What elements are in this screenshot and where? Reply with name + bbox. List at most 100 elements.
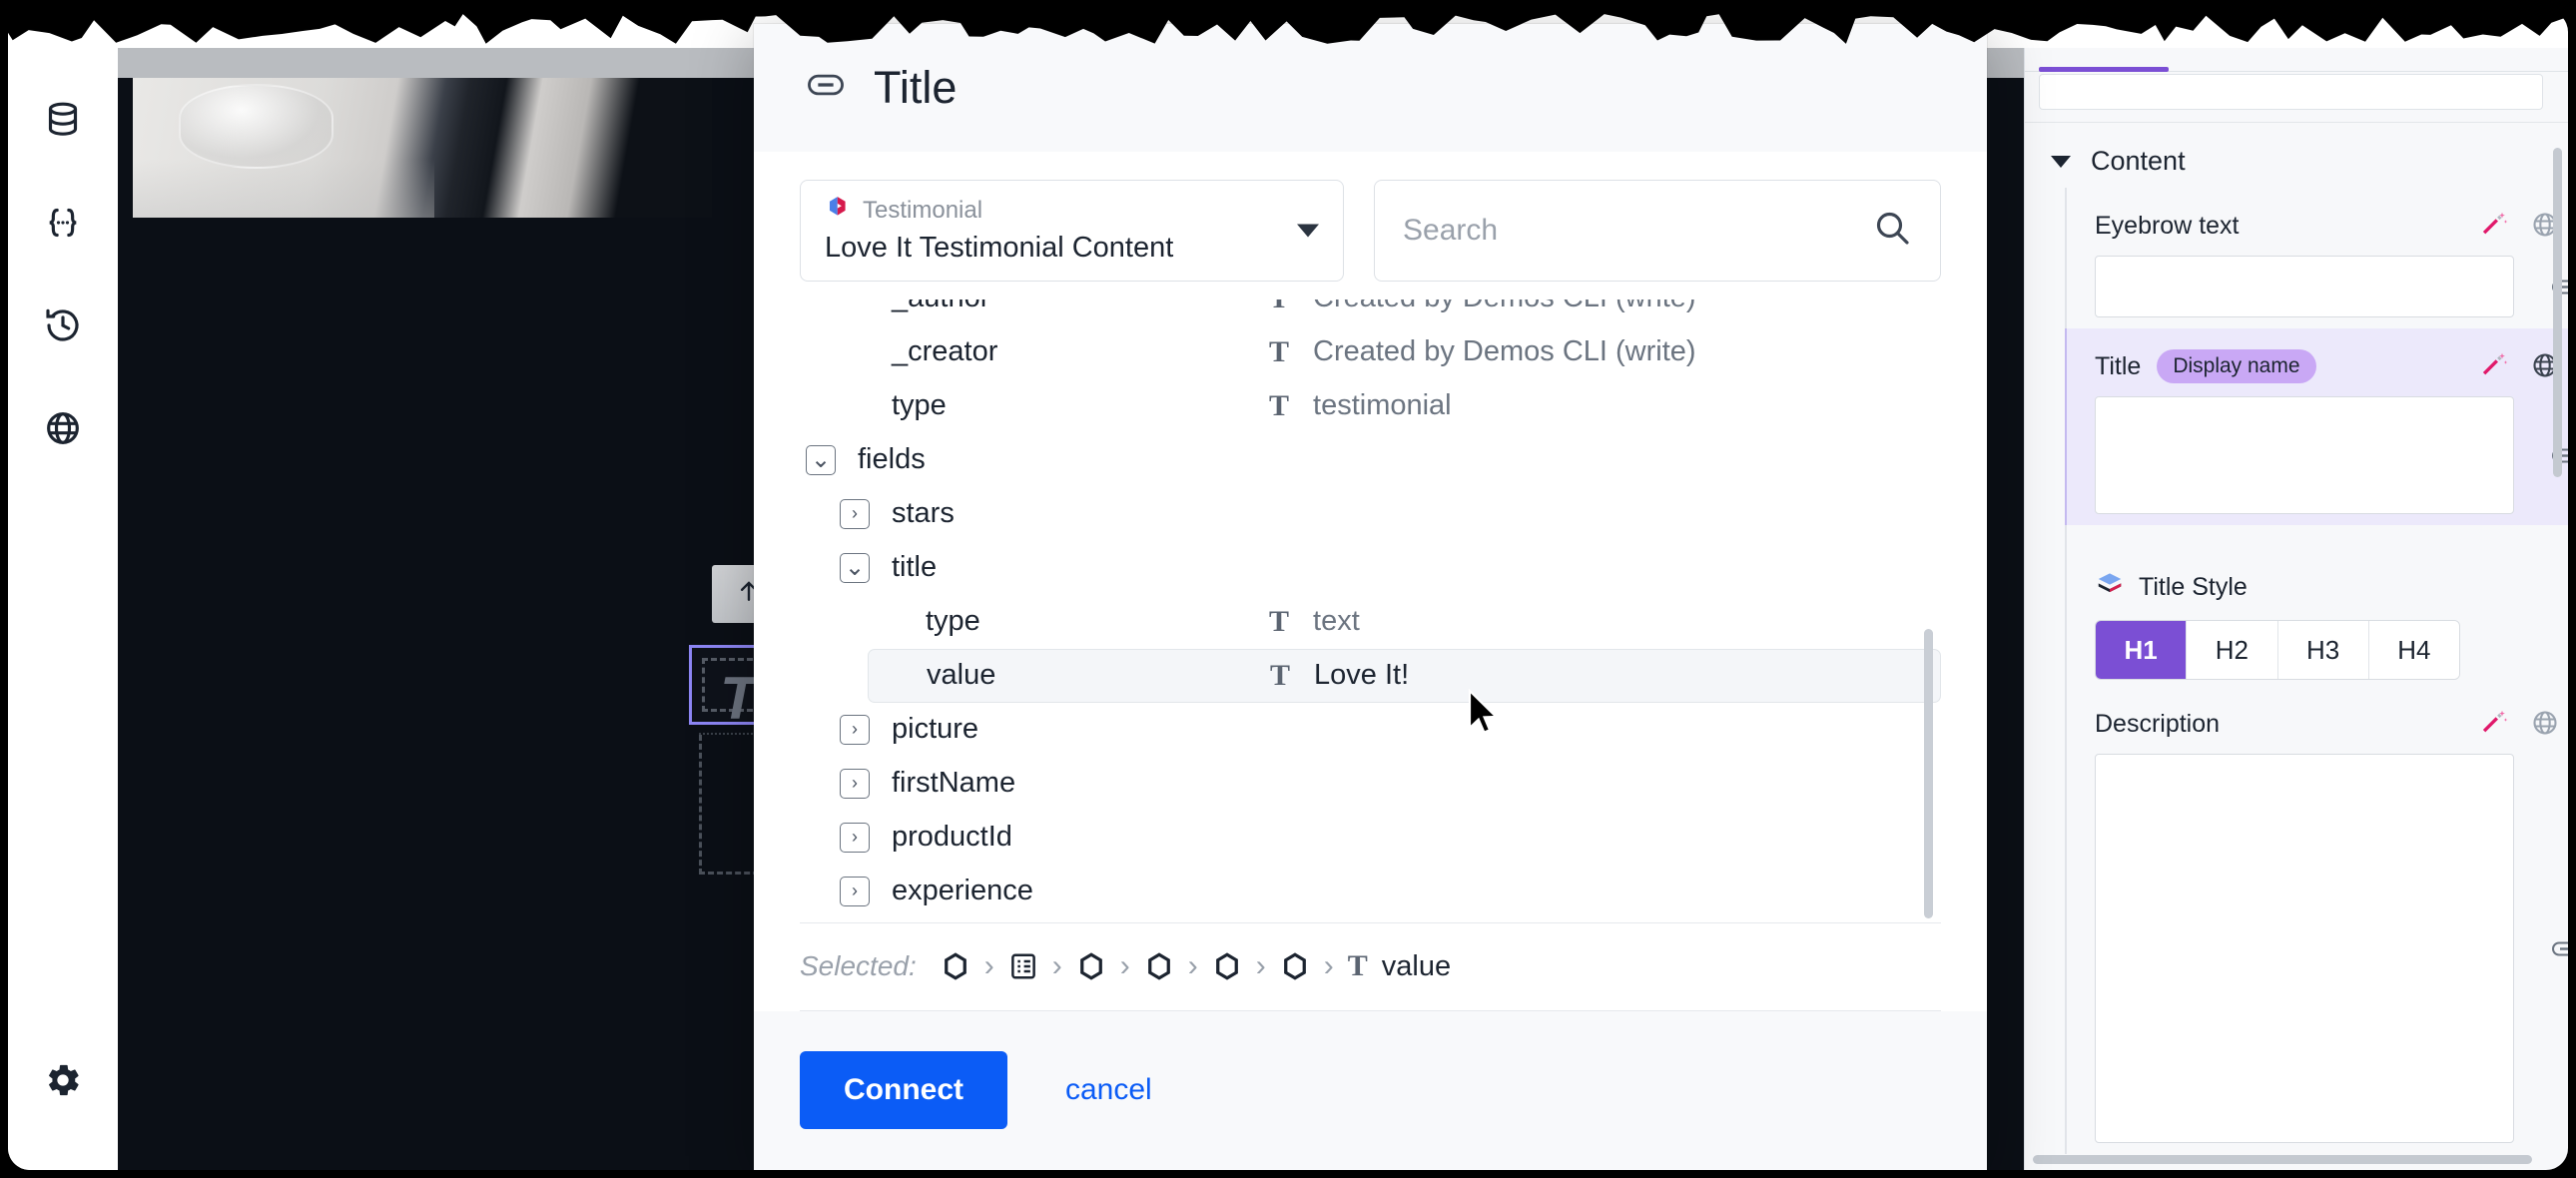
field-title: Title Display name (2065, 328, 2568, 525)
chevron-right-icon[interactable]: › (840, 498, 870, 529)
tree-row[interactable]: › stars (834, 487, 1941, 541)
magic-wand-icon[interactable] (2479, 708, 2509, 743)
globe-icon[interactable] (2531, 709, 2559, 742)
tree-row-key: type (926, 605, 980, 638)
content-reference-select[interactable]: Testimonial Love It Testimonial Content (800, 179, 1344, 282)
chevron-right-icon[interactable]: › (840, 822, 870, 853)
tree-row-value-cell: Ttext (1269, 605, 1360, 639)
heading-level-group[interactable]: H1 H2 H3 H4 (2095, 620, 2460, 680)
list-document-icon[interactable] (1008, 951, 1038, 981)
tree-row[interactable]: › experience (834, 865, 1941, 918)
globe-icon[interactable] (35, 400, 91, 456)
panel-top-field[interactable] (2039, 74, 2543, 110)
hexagon-icon[interactable] (941, 951, 970, 981)
field-label: Title (2095, 351, 2142, 380)
panel-fields: Eyebrow text Title Display name Title St… (2065, 188, 2568, 1154)
breadcrumb-separator: › (1051, 949, 1062, 983)
tree-row[interactable]: ⌄ fields (800, 433, 1941, 487)
tree-row-value: text (1313, 605, 1360, 638)
title-input[interactable] (2095, 396, 2514, 514)
breadcrumb-separator: › (983, 949, 994, 983)
chevron-down-icon[interactable] (1297, 224, 1319, 238)
screen-root: Titl Tit Content (0, 0, 2576, 1178)
history-icon[interactable] (35, 297, 91, 353)
active-tab-underline (2039, 67, 2169, 72)
breadcrumb-separator: › (1323, 949, 1334, 983)
magic-wand-icon[interactable] (2479, 350, 2509, 385)
tree-row-value: Love It! (1314, 659, 1410, 692)
tree-row-key: stars (892, 497, 955, 530)
search-icon[interactable] (1872, 208, 1912, 253)
tree-row-value-cell: T Love It! (1270, 659, 1409, 693)
reference-value: Love It Testimonial Content (825, 231, 1174, 264)
cancel-button[interactable]: cancel (1065, 1073, 1152, 1107)
selected-label: Selected: (800, 950, 917, 982)
mouse-cursor (1468, 688, 1502, 742)
tree-row[interactable]: type Ttestimonial (834, 379, 1941, 433)
tree-row[interactable]: › picture (834, 703, 1941, 757)
field-description: Description (2065, 686, 2568, 1154)
breadcrumb-separator: › (1187, 949, 1198, 983)
display-name-badge: Display name (2157, 349, 2316, 383)
breadcrumb-separator: › (1119, 949, 1130, 983)
tree-row[interactable]: › firstName (834, 757, 1941, 811)
heading-option-h1[interactable]: H1 (2096, 621, 2188, 679)
chevron-down-icon[interactable]: ⌄ (806, 444, 836, 475)
breadcrumb-separator: › (1255, 949, 1266, 983)
hero-image[interactable] (133, 78, 712, 218)
hexagon-icon[interactable] (1280, 951, 1310, 981)
tree-row-key: _author (892, 299, 989, 315)
hexagon-icon[interactable] (1212, 951, 1242, 981)
chevron-right-icon[interactable]: › (840, 714, 870, 745)
search-field[interactable] (1374, 179, 1941, 282)
tree-row-key: title (892, 551, 938, 584)
tree-row-value: Created by Demos CLI (write) (1313, 299, 1696, 315)
panel-horizontal-scrollbar[interactable] (2033, 1155, 2532, 1164)
modal-body: Testimonial Love It Testimonial Content … (754, 151, 1987, 1011)
content-section-header[interactable]: Content (2051, 146, 2186, 177)
pill-connect-icon[interactable] (2551, 937, 2568, 964)
field-eyebrow-text: Eyebrow text (2065, 188, 2568, 328)
type-indicator-text-icon: T (1269, 299, 1289, 315)
heading-option-h4[interactable]: H4 (2368, 621, 2459, 679)
tree-row-key: picture (892, 713, 979, 746)
chevron-down-icon[interactable]: ⌄ (840, 552, 870, 583)
tree-row[interactable]: ⌄ title (834, 541, 1941, 595)
modal-header: Title (754, 24, 1987, 152)
connect-button[interactable]: Connect (800, 1051, 1007, 1130)
database-icon[interactable] (35, 92, 91, 148)
tree-row[interactable]: _creator T Created by Demos CLI (write) (834, 325, 1941, 379)
eyebrow-text-input[interactable] (2095, 256, 2514, 317)
tree-row[interactable]: type Ttext (868, 595, 1941, 649)
chevron-right-icon[interactable]: › (840, 768, 870, 799)
chevron-down-icon[interactable] (2051, 155, 2071, 168)
tree-row[interactable]: value T Love It! (868, 648, 1941, 703)
pill-connect-icon (806, 71, 846, 104)
type-indicator-text-icon: T (1269, 334, 1290, 368)
content-section-label: Content (2091, 146, 2186, 176)
hexagon-icon[interactable] (1076, 951, 1106, 981)
properties-tabstrip[interactable] (2025, 48, 2568, 72)
heading-option-h3[interactable]: H3 (2277, 621, 2369, 679)
hexagon-icon[interactable] (1144, 951, 1174, 981)
panel-vertical-scrollbar[interactable] (2553, 148, 2562, 477)
magic-wand-icon[interactable] (2479, 210, 2509, 245)
settings-gear-icon[interactable] (35, 1052, 91, 1108)
tree-row-key: type (892, 389, 947, 422)
left-icon-rail (8, 10, 118, 1170)
json-braces-icon[interactable] (35, 195, 91, 251)
tree-row-key: firstName (892, 767, 1016, 800)
description-input[interactable] (2095, 754, 2514, 1143)
tree-scrollbar[interactable] (1924, 628, 1933, 918)
tree-row-value: Created by Demos CLI (write) (1313, 335, 1696, 368)
search-input[interactable] (1403, 213, 1872, 248)
tree-row-key: value (927, 659, 996, 692)
panel-divider (2025, 122, 2568, 123)
heading-option-h2[interactable]: H2 (2187, 621, 2278, 679)
selected-value: value (1381, 949, 1452, 982)
tree-row[interactable]: › productId (834, 811, 1941, 865)
tree-row[interactable]: _author T Created by Demos CLI (write) (834, 299, 1941, 325)
field-tree[interactable]: _authorTCreated by Demos CLI (write)_cre… (800, 299, 1941, 923)
field-label: Description (2095, 709, 2221, 738)
chevron-right-icon[interactable]: › (840, 876, 870, 906)
